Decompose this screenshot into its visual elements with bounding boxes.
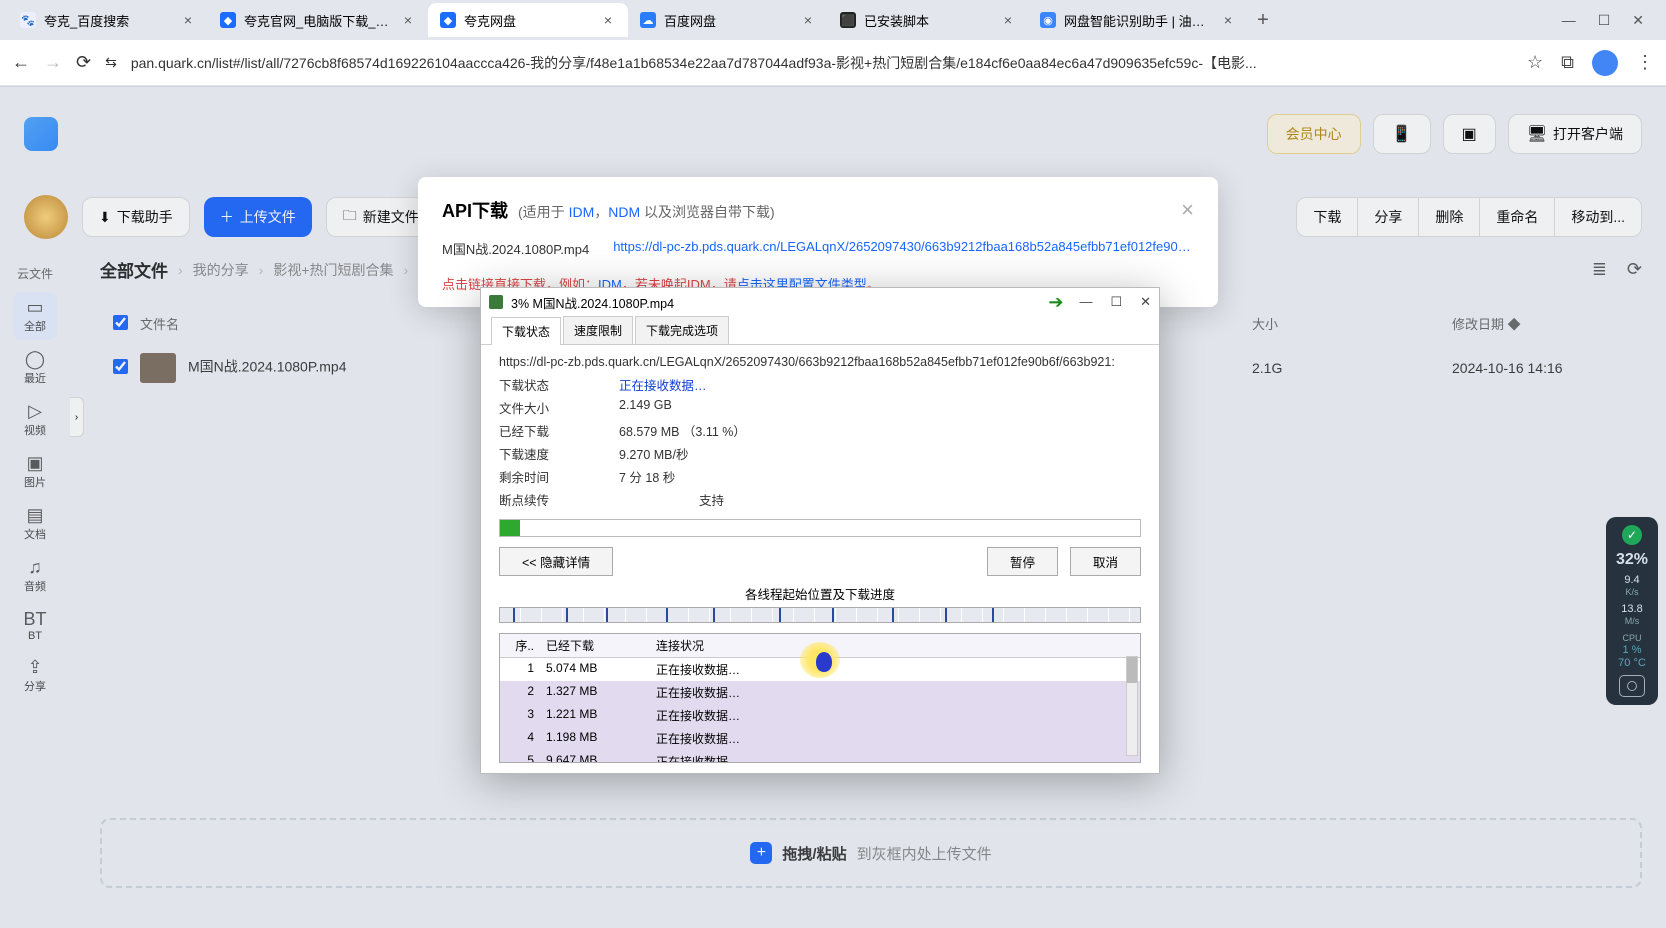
nav-back-icon[interactable]: ←: [12, 52, 30, 73]
idm-threads-scrollbar[interactable]: [1126, 656, 1138, 756]
tab-close-icon[interactable]: ×: [800, 12, 816, 28]
th-col-num[interactable]: 序..: [500, 634, 540, 657]
tab-title: 夸克网盘: [464, 11, 592, 30]
idm-thread-row[interactable]: 59.647 MB正在接收数据…: [500, 750, 1140, 763]
tab-3[interactable]: ☁百度网盘×: [628, 3, 828, 37]
extensions-icon[interactable]: ⧉: [1561, 52, 1574, 73]
idm-done-value: 68.579 MB （3.11 %）: [619, 421, 746, 440]
tab-0[interactable]: 🐾夸克_百度搜索×: [8, 3, 208, 37]
idm-status-value: 正在接收数据…: [619, 375, 707, 394]
download-speed: 13.8: [1621, 603, 1642, 615]
menu-icon[interactable]: ⋮: [1636, 52, 1654, 73]
popup-subtitle: (适用于 IDM，NDM 以及浏览器自带下载): [518, 202, 775, 222]
idm-segments-bar: [499, 607, 1141, 623]
tab-close-icon[interactable]: ×: [1220, 12, 1236, 28]
tab-title: 夸克_百度搜索: [44, 11, 172, 30]
idm-app-icon: [489, 295, 503, 309]
idm-tabs: 下载状态 速度限制 下载完成选项: [481, 316, 1159, 345]
tab-close-icon[interactable]: ×: [600, 12, 616, 28]
idm-arrow-icon: ➔: [1048, 292, 1063, 313]
system-monitor-widget[interactable]: ✓ 32% 9.4K/s 13.8M/s CPU1 %70 °C: [1606, 517, 1658, 705]
idm-link[interactable]: IDM: [569, 204, 595, 220]
address-bar: ← → ⟳ ⇆ pan.quark.cn/list#/list/all/7276…: [0, 40, 1666, 86]
tab-5[interactable]: ◉网盘智能识别助手 | 油小猴×: [1028, 3, 1248, 37]
idm-progress-fill: [500, 520, 520, 536]
idm-close-icon[interactable]: ✕: [1140, 294, 1151, 310]
status-ok-icon: ✓: [1622, 525, 1642, 545]
new-tab-button[interactable]: +: [1248, 9, 1278, 32]
idm-speed-value: 9.270 MB/秒: [619, 444, 688, 463]
tab-close-icon[interactable]: ×: [180, 12, 196, 28]
idm-size-value: 2.149 GB: [619, 398, 672, 417]
idm-hide-details-button[interactable]: << 隐藏详情: [499, 547, 613, 576]
tab-strip: 🐾夸克_百度搜索× ◆夸克官网_电脑版下载_你的× ◆夸克网盘× ☁百度网盘× …: [0, 0, 1666, 40]
ndm-link[interactable]: NDM: [608, 204, 640, 220]
tab-close-icon[interactable]: ×: [400, 12, 416, 28]
nav-forward-icon[interactable]: →: [44, 52, 62, 73]
cursor-highlight: [800, 642, 840, 678]
idm-thread-row[interactable]: 21.327 MB正在接收数据…: [500, 681, 1140, 704]
tab-1[interactable]: ◆夸克官网_电脑版下载_你的×: [208, 3, 428, 37]
idm-progress-bar: [499, 519, 1141, 537]
url-input[interactable]: pan.quark.cn/list#/list/all/7276cb8f6857…: [131, 53, 1513, 73]
idm-url: https://dl-pc-zb.pds.quark.cn/LEGALqnX/2…: [499, 355, 1141, 369]
idm-segments-label: 各线程起始位置及下载进度: [499, 584, 1141, 603]
tab-title: 夸克官网_电脑版下载_你的: [244, 11, 392, 30]
idm-tab-speed[interactable]: 速度限制: [563, 316, 633, 344]
popup-title: API下载: [442, 197, 508, 223]
tab-title: 百度网盘: [664, 11, 792, 30]
screenshot-icon[interactable]: [1619, 675, 1645, 697]
idm-titlebar[interactable]: 3% M国N战.2024.1080P.mp4 ➔ — ☐ ✕: [481, 288, 1159, 316]
cpu-temp: 70 °C: [1618, 657, 1646, 669]
idm-resume-value: 支持: [699, 490, 724, 509]
tab-4[interactable]: ⬛已安装脚本×: [828, 3, 1028, 37]
bookmark-icon[interactable]: ☆: [1527, 52, 1543, 73]
idm-thread-row[interactable]: 41.198 MB正在接收数据…: [500, 727, 1140, 750]
window-close-icon[interactable]: ✕: [1632, 12, 1644, 29]
idm-tab-complete[interactable]: 下载完成选项: [635, 316, 729, 344]
idm-title: 3% M国N战.2024.1080P.mp4: [511, 293, 1040, 312]
site-info-icon[interactable]: ⇆: [105, 54, 117, 71]
th-col-status[interactable]: 连接状况: [650, 634, 1140, 657]
tab-title: 已安装脚本: [864, 11, 992, 30]
idm-thread-row[interactable]: 31.221 MB正在接收数据…: [500, 704, 1140, 727]
idm-pause-button[interactable]: 暂停: [987, 547, 1058, 576]
window-maximize-icon[interactable]: ☐: [1598, 12, 1611, 29]
tab-title: 网盘智能识别助手 | 油小猴: [1064, 11, 1212, 30]
upload-speed: 9.4: [1624, 574, 1639, 586]
idm-maximize-icon[interactable]: ☐: [1110, 294, 1122, 310]
tab-close-icon[interactable]: ×: [1000, 12, 1016, 28]
idm-cancel-button[interactable]: 取消: [1070, 547, 1141, 576]
th-col-downloaded[interactable]: 已经下载: [540, 634, 650, 657]
popup-filename: M国N战.2024.1080P.mp4: [442, 239, 589, 258]
idm-remain-value: 7 分 18 秒: [619, 467, 675, 486]
window-minimize-icon[interactable]: —: [1562, 12, 1576, 29]
nav-reload-icon[interactable]: ⟳: [76, 52, 91, 73]
idm-minimize-icon[interactable]: —: [1079, 294, 1092, 310]
profile-avatar[interactable]: [1592, 50, 1618, 76]
cpu-percent: 1 %: [1623, 644, 1642, 656]
idm-window: 3% M国N战.2024.1080P.mp4 ➔ — ☐ ✕ 下载状态 速度限制…: [480, 287, 1160, 774]
popup-close-icon[interactable]: ×: [1181, 197, 1194, 223]
tab-2[interactable]: ◆夸克网盘×: [428, 3, 628, 37]
download-url-link[interactable]: https://dl-pc-zb.pds.quark.cn/LEGALqnX/2…: [613, 239, 1194, 258]
idm-tab-status[interactable]: 下载状态: [491, 317, 561, 345]
monitor-percent: 32%: [1610, 551, 1654, 569]
